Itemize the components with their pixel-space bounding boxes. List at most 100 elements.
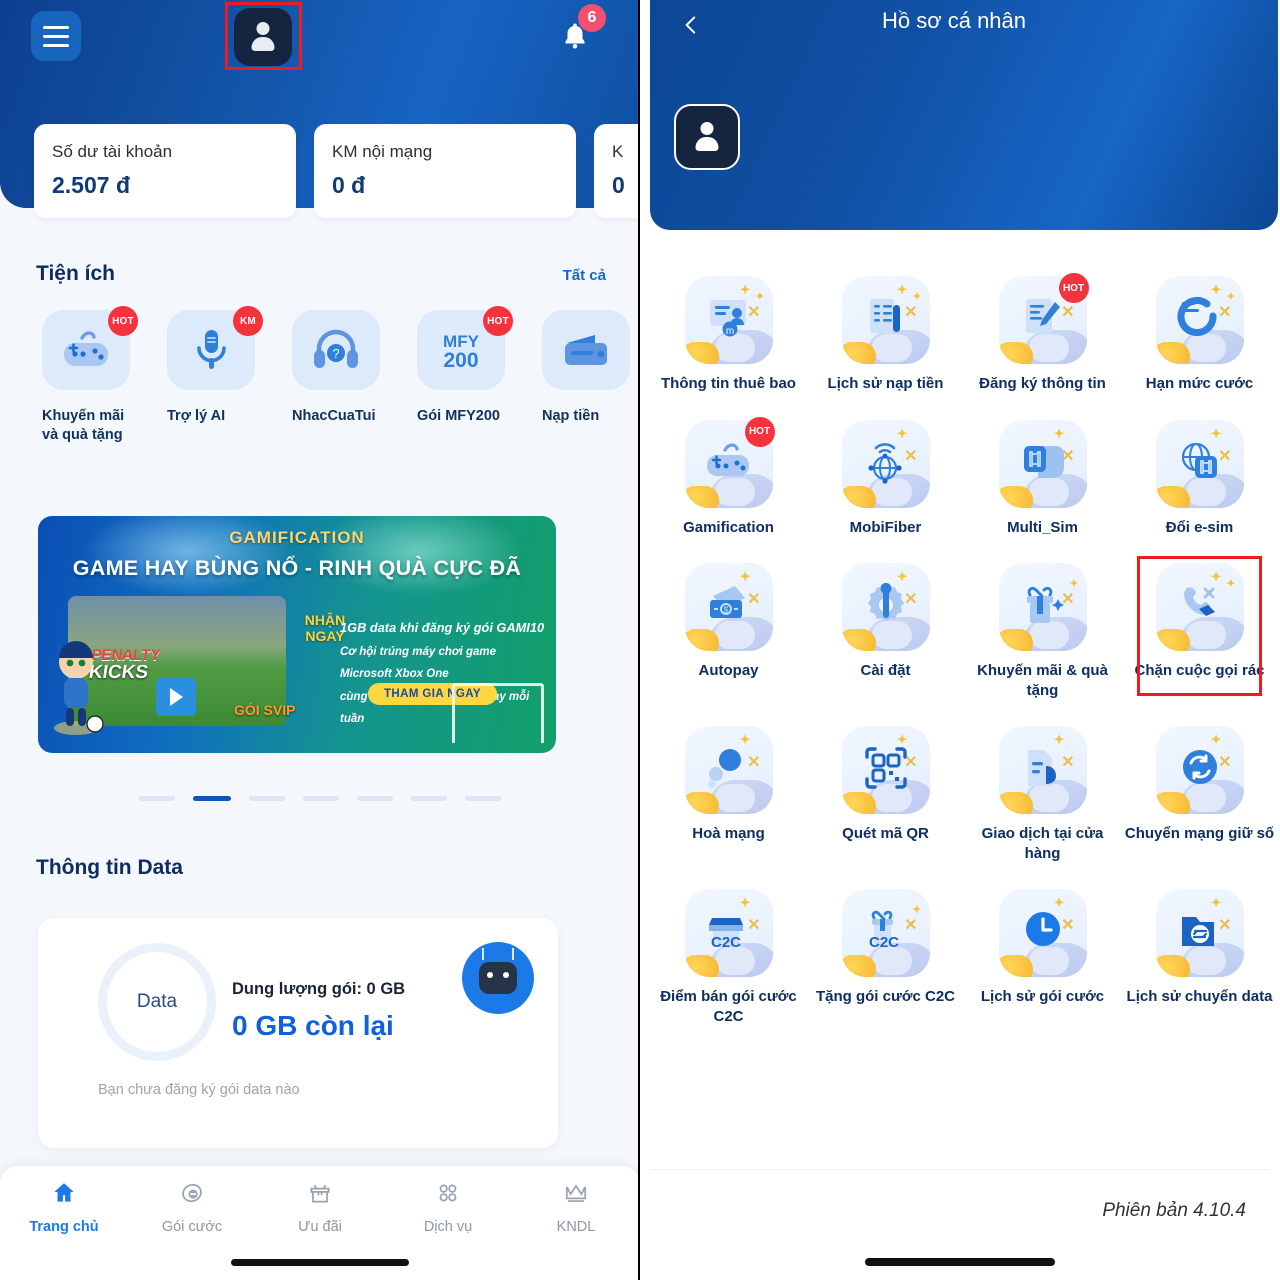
grid-item-lich-su-nap-tien[interactable]: ✦ ✦ ✕ Lịch sử nạp tiền — [807, 268, 964, 394]
settings-gear-icon: ✦ ✕ — [841, 563, 930, 651]
balance-card[interactable]: KM nội mạng 0 đ — [314, 124, 576, 218]
grid-item-label: Điểm bán gói cước C2C — [660, 988, 797, 1025]
grid-item-khuyen-mai-qua-tang[interactable]: ✦ ✕ Khuyến mãi & quà tặng — [964, 555, 1121, 700]
grid-item-autopay[interactable]: ✦ ✕ $ Autopay — [650, 555, 807, 700]
hot-badge: HOT — [108, 306, 138, 336]
grid-item-cai-dat[interactable]: ✦ ✕ Cài đặt — [807, 555, 964, 700]
grid-item-tang-goi-cuoc-c2c[interactable]: ✦ ✕ C2C Tặng gói cước C2C — [807, 881, 964, 1026]
balance-card-label: K — [612, 142, 624, 161]
banner-title: GAME HAY BÙNG NỔ - RINH QUÀ CỰC ĐÃ — [72, 556, 522, 580]
wallet-icon — [542, 310, 630, 390]
grid-item-label: Giao dịch tại cửa hàng — [981, 825, 1104, 862]
grid-icon — [435, 1180, 461, 1211]
store-transaction-icon: ✦ ✕ — [998, 726, 1087, 814]
utilities-see-all-link[interactable]: Tất cả — [563, 267, 606, 284]
grid-item-label: Chuyển mạng giữ số — [1124, 825, 1275, 842]
grid-item-label: Đổi e-sim — [1165, 518, 1234, 536]
c2c-store-icon: ✦ ✕ C2C — [684, 889, 773, 977]
utility-item-khuyen-mai[interactable]: HOT Khuyến mãi và quà tặng — [42, 306, 138, 444]
svg-text:200: 200 — [443, 349, 478, 372]
grid-item-mobifiber[interactable]: ✦ ✕ MobiFiber — [807, 412, 964, 538]
utility-item-nap-tien[interactable]: Nạp tiền — [542, 310, 636, 444]
nav-item-label: Ưu đãi — [298, 1219, 342, 1235]
carousel-dot[interactable] — [357, 796, 393, 801]
package-icon — [179, 1180, 205, 1211]
grid-item-doi-e-sim[interactable]: ✦ ✕ Đổi e-sim — [1121, 412, 1278, 538]
banner-svip-label: GÓI SVIP — [234, 702, 296, 718]
utility-item-tro-ly-ai[interactable]: KM Trợ lý AI — [167, 306, 263, 444]
nav-item-dich-vu[interactable]: Dịch vụ — [384, 1180, 512, 1235]
banner-kicker: GAMIFICATION — [229, 528, 365, 547]
home-screen: 6 Số dư tài khoản 2.507 đ KM nội mạng 0 … — [0, 0, 640, 1280]
carousel-dot[interactable] — [303, 796, 339, 801]
grid-item-giao-dich-tai-cua-hang[interactable]: ✦ ✕ Giao dịch tại cửa hàng — [964, 718, 1121, 863]
grid-item-label: Lịch sử nạp tiền — [827, 375, 944, 392]
hot-badge: HOT — [744, 416, 775, 447]
grid-item-gamification[interactable]: HOT Gamification — [650, 412, 807, 538]
grid-item-dang-ky-thong-tin[interactable]: ✕ HOT Đăng ký thông tin — [964, 268, 1121, 394]
utility-item-goi-mfy200[interactable]: MFY 200 HOT Gói MFY200 — [417, 306, 513, 444]
grid-item-chuyen-mang-giu-so[interactable]: ✦ ✕ Chuyển mạng giữ số — [1121, 718, 1278, 863]
data-info-card[interactable]: Data Dung lượng gói: 0 GB 0 GB còn lại B… — [38, 918, 558, 1148]
nav-item-label: Trang chủ — [29, 1219, 99, 1235]
nav-item-label: Gói cước — [161, 1219, 223, 1235]
grid-item-hoa-mang[interactable]: ✦ ✕ Hoà mạng — [650, 718, 807, 863]
profile-avatar[interactable] — [674, 104, 740, 170]
grid-item-diem-ban-goi-cuoc-c2c[interactable]: ✦ ✕ C2C Điểm bán gói cước C2C — [650, 881, 807, 1026]
clock-history-icon: ✦ ✕ — [998, 889, 1087, 977]
promo-banner[interactable]: GAMIFICATION GAME HAY BÙNG NỔ - RINH QUÀ… — [38, 516, 556, 753]
play-button-icon[interactable] — [156, 678, 196, 716]
number-portability-icon: ✦ ✕ — [1155, 726, 1244, 814]
carousel-dot[interactable] — [465, 796, 501, 801]
notification-bell-button[interactable]: 6 — [556, 4, 606, 58]
crown-icon — [563, 1180, 589, 1211]
user-avatar-icon[interactable] — [234, 8, 292, 66]
grid-item-chan-cuoc-goi-rac[interactable]: ✦ ✦ Chặn cuộc gọi rác — [1121, 555, 1278, 700]
grid-item-han-muc-cuoc[interactable]: ✦ ✦ ✕ Hạn mức cước — [1121, 268, 1278, 394]
nav-item-goi-cuoc[interactable]: Gói cước — [128, 1180, 256, 1235]
profile-grid: ✦ ✦ ✕ m Thông tin thuê bao ✦ ✦ ✕ Lịch sử… — [650, 268, 1278, 1026]
carousel-dots[interactable] — [0, 796, 638, 801]
grid-item-label: Hạn mức cước — [1145, 375, 1254, 392]
hot-badge: HOT — [483, 306, 513, 336]
grid-item-label: MobiFiber — [849, 518, 922, 536]
grid-item-multi-sim[interactable]: ✦ ✕ Multi_Sim — [964, 412, 1121, 538]
fiber-network-icon: ✦ ✕ — [841, 419, 930, 508]
svg-text:C2C: C2C — [868, 934, 898, 951]
grid-item-thong-tin-thue-bao[interactable]: ✦ ✦ ✕ m Thông tin thuê bao — [650, 268, 807, 394]
hamburger-menu-icon[interactable] — [31, 11, 81, 61]
nav-item-kndl[interactable]: KNDL — [512, 1180, 638, 1235]
svg-text:m: m — [725, 326, 733, 337]
carousel-dot[interactable] — [411, 796, 447, 801]
c2c-gift-icon: ✦ ✕ C2C — [841, 889, 930, 977]
balance-card-label: Số dư tài khoản — [52, 142, 173, 161]
utility-item-label: Trợ lý AI — [167, 408, 226, 424]
topup-history-icon: ✦ ✦ ✕ — [841, 276, 930, 364]
page-title: Hồ sơ cá nhân — [881, 8, 1027, 33]
robot-assistant-icon[interactable] — [462, 942, 534, 1014]
grid-item-lich-su-chuyen-data[interactable]: ✦ ✕ Lịch sử chuyển data — [1121, 881, 1278, 1026]
grid-item-quet-ma-qr[interactable]: ✦ ✕ Quét mã QR — [807, 718, 964, 863]
carousel-dot[interactable] — [139, 796, 175, 801]
bottom-navigation: Trang chủ Gói cước Ưu đãi Dịch vụ KNDL — [0, 1166, 638, 1280]
grid-item-lich-su-goi-cuoc[interactable]: ✦ ✕ Lịch sử gói cước — [964, 881, 1121, 1026]
utility-item-nhaccuatui[interactable]: ? NhacCuaTui — [292, 310, 386, 444]
credit-limit-icon: ✦ ✦ ✕ — [1155, 276, 1244, 364]
svg-text:C2C: C2C — [710, 934, 740, 951]
utility-item-label: Gói MFY200 — [417, 408, 500, 424]
nav-item-label: KNDL — [556, 1219, 596, 1235]
carousel-dot[interactable] — [249, 796, 285, 801]
nav-item-trang-chu[interactable]: Trang chủ — [0, 1180, 128, 1235]
carousel-dot-active[interactable] — [193, 796, 231, 801]
nav-item-uu-dai[interactable]: Ưu đãi — [256, 1180, 384, 1235]
data-remaining-value: 0 GB còn lại — [232, 1010, 394, 1041]
data-capacity-label: Dung lượng gói: 0 GB — [232, 980, 406, 998]
balance-card[interactable]: Số dư tài khoản 2.507 đ — [34, 124, 296, 218]
autopay-money-icon: ✦ ✕ $ — [684, 563, 773, 651]
grid-item-label: Chặn cuộc gọi rác — [1134, 662, 1265, 679]
balance-card[interactable]: K 0 — [594, 124, 638, 218]
utility-item-label: Khuyến mãi và quà tặng — [42, 408, 125, 443]
balance-card-value: 0 đ — [332, 172, 366, 198]
balance-card-value: 0 — [612, 172, 625, 198]
dual-screenshot: 6 Số dư tài khoản 2.507 đ KM nội mạng 0 … — [0, 0, 1280, 1280]
